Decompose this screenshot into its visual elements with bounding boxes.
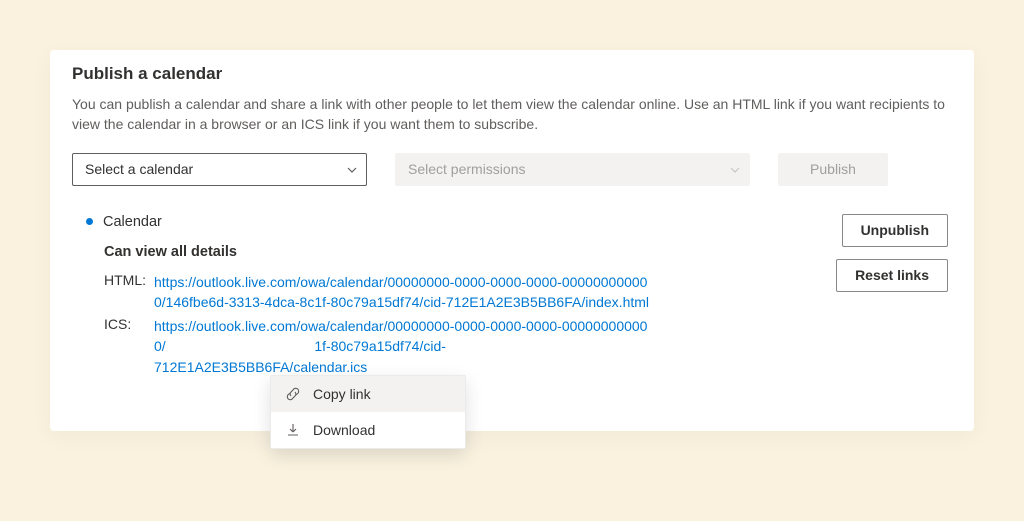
ics-label: ICS:: [104, 316, 146, 377]
published-calendar-section: Calendar Can view all details HTML: http…: [72, 214, 952, 381]
link-icon: [285, 386, 301, 402]
publish-calendar-panel: Publish a calendar You can publish a cal…: [50, 50, 974, 431]
html-link[interactable]: https://outlook.live.com/owa/calendar/00…: [154, 272, 654, 313]
download-menu-item[interactable]: Download: [271, 412, 465, 448]
select-permissions-placeholder: Select permissions: [408, 161, 526, 177]
calendar-color-dot: [86, 218, 93, 225]
page-title: Publish a calendar: [72, 64, 952, 84]
ics-link[interactable]: https://outlook.live.com/owa/calendar/00…: [154, 316, 654, 377]
calendar-name: Calendar: [103, 214, 162, 230]
select-calendar-dropdown[interactable]: Select a calendar: [72, 153, 367, 186]
select-permissions-dropdown: Select permissions: [395, 153, 750, 186]
copy-link-menu-item[interactable]: Copy link: [271, 376, 465, 412]
html-label: HTML:: [104, 272, 146, 313]
link-context-menu: Copy link Download: [270, 375, 466, 449]
chevron-down-icon: [729, 163, 741, 175]
download-label: Download: [313, 422, 375, 438]
controls-row: Select a calendar Select permissions Pub…: [72, 153, 952, 186]
copy-link-label: Copy link: [313, 386, 371, 402]
download-icon: [285, 422, 301, 438]
page-description: You can publish a calendar and share a l…: [72, 94, 952, 135]
select-calendar-placeholder: Select a calendar: [85, 161, 193, 177]
permission-level-label: Can view all details: [104, 244, 820, 260]
publish-button: Publish: [778, 153, 888, 186]
chevron-down-icon: [346, 163, 358, 175]
reset-links-button[interactable]: Reset links: [836, 259, 948, 292]
unpublish-button[interactable]: Unpublish: [842, 214, 948, 247]
html-link-row: HTML: https://outlook.live.com/owa/calen…: [104, 272, 820, 313]
ics-link-row: ICS: https://outlook.live.com/owa/calend…: [104, 316, 820, 377]
